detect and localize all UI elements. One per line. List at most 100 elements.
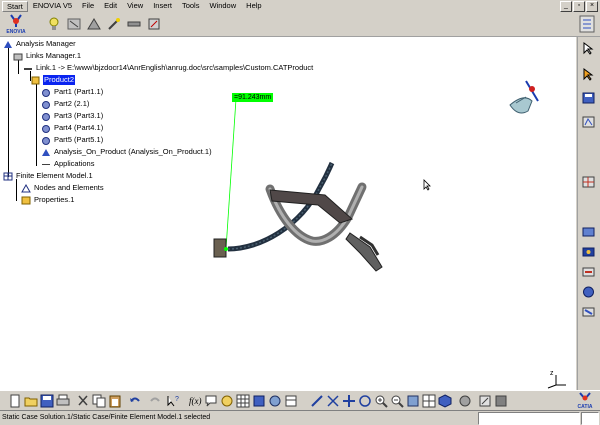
open-icon[interactable] (24, 394, 38, 408)
cut-icon[interactable] (76, 394, 90, 408)
command-input[interactable] (478, 412, 580, 425)
part-icon (42, 124, 50, 133)
menu-tools[interactable]: Tools (177, 0, 205, 12)
tree-node-analysis-on-product[interactable]: Analysis_On_Product (Analysis_On_Product… (41, 147, 213, 157)
rigid-connection-icon[interactable] (581, 305, 596, 319)
tree-node-links-manager[interactable]: Links Manager.1 (13, 51, 82, 61)
analysis-manager-icon (4, 40, 12, 48)
rotate-icon[interactable] (358, 394, 372, 408)
pan-mode-icon[interactable] (310, 394, 324, 408)
tree-node-properties[interactable]: Properties.1 (21, 195, 75, 205)
tools-palette-icon[interactable] (578, 14, 596, 34)
zoom-in-icon[interactable] (374, 394, 388, 408)
iso-view-icon[interactable] (438, 394, 452, 408)
connection-icon[interactable] (126, 16, 142, 32)
catalog-icon[interactable] (252, 394, 266, 408)
analysis-settings-icon[interactable] (581, 115, 596, 129)
tree-label: Part5 (Part5.1) (54, 135, 104, 144)
tree-node-product2[interactable]: Product2 (31, 75, 76, 85)
3d-model[interactable] (200, 77, 430, 317)
part-icon (42, 100, 50, 109)
menu-start[interactable]: Start (2, 0, 28, 12)
clamp-icon[interactable] (86, 16, 102, 32)
mesh-visualization-icon[interactable] (581, 175, 596, 189)
tree-node-part3[interactable]: Part3 (Part3.1) (41, 111, 104, 121)
pressure-fitting-icon[interactable] (581, 285, 596, 299)
mouse-cursor-icon (423, 179, 431, 191)
product-icon (31, 76, 40, 84)
tree-node-link[interactable]: Link.1 -> E:\www\bjzdocr14\AnrEnglish\an… (23, 63, 314, 73)
menu-file[interactable]: File (77, 0, 99, 12)
undo-icon[interactable] (128, 394, 142, 408)
print-icon[interactable] (56, 394, 70, 408)
wizard-icon[interactable] (106, 16, 122, 32)
tree-node-nodes-and-elements[interactable]: Nodes and Elements (21, 183, 105, 193)
new-icon[interactable] (8, 394, 22, 408)
end-fitting-part[interactable] (213, 238, 227, 258)
mesh-icon (21, 183, 31, 192)
menu-window[interactable]: Window (204, 0, 241, 12)
3d-viewport[interactable]: Analysis Manager Links Manager.1 Link.1 … (0, 37, 576, 390)
formula-icon[interactable]: f(x) (188, 394, 202, 408)
connection-property-icon[interactable] (581, 225, 596, 239)
swap-visible-space-icon[interactable] (494, 394, 508, 408)
save-mode-icon[interactable] (581, 91, 596, 105)
tree-label: Links Manager.1 (26, 51, 82, 60)
knowledge-icon[interactable] (220, 394, 234, 408)
measure-point (224, 247, 228, 251)
menu-view[interactable]: View (122, 0, 148, 12)
paste-icon[interactable] (108, 394, 122, 408)
sample-icon[interactable] (268, 394, 282, 408)
tree-node-part1[interactable]: Part1 (Part1.1) (41, 87, 104, 97)
fastened-icon[interactable] (581, 245, 596, 259)
save-icon[interactable] (40, 394, 54, 408)
tree-label: Finite Element Model.1 (16, 171, 93, 180)
tree-node-finite-element-model[interactable]: Finite Element Model.1 (3, 171, 94, 181)
svg-text:f(x): f(x) (189, 396, 202, 406)
top-toolbar: ENOVIA (0, 12, 600, 37)
compass-icon[interactable] (498, 77, 552, 127)
multi-view-icon[interactable] (422, 394, 436, 408)
part-icon (42, 112, 50, 121)
status-field-small (581, 412, 599, 425)
axis-label: z (550, 370, 554, 377)
tree-label: Part1 (Part1.1) (54, 87, 104, 96)
design-table-icon[interactable] (284, 394, 298, 408)
tree-label: Nodes and Elements (34, 183, 104, 192)
copy-icon[interactable] (92, 394, 106, 408)
tree-node-analysis-manager[interactable]: Analysis Manager (3, 39, 77, 49)
menu-insert[interactable]: Insert (148, 0, 177, 12)
cursor-select-icon[interactable] (581, 67, 596, 81)
tree-node-applications[interactable]: Applications (41, 159, 95, 169)
zoom-out-icon[interactable] (390, 394, 404, 408)
comment-icon[interactable] (204, 394, 218, 408)
bottom-toolbar: ? f(x) CATIA (0, 390, 600, 411)
redo-icon[interactable] (148, 394, 162, 408)
reset-icon[interactable] (146, 16, 162, 32)
analysis-icon (42, 148, 50, 156)
tree-node-part5[interactable]: Part5 (Part5.1) (41, 135, 104, 145)
whats-this-icon[interactable]: ? (166, 394, 180, 408)
material-icon[interactable] (66, 16, 82, 32)
tree-label: Part3 (Part3.1) (54, 111, 104, 120)
pan-icon[interactable] (342, 394, 356, 408)
restore-button[interactable]: ▫ (573, 1, 585, 12)
tree-node-part4[interactable]: Part4 (Part4.1) (41, 123, 104, 133)
normal-view-icon[interactable] (406, 394, 420, 408)
select-arrow-icon[interactable] (581, 41, 596, 55)
shading-icon[interactable] (458, 394, 472, 408)
grid-icon[interactable] (236, 394, 250, 408)
tree-connector (8, 47, 9, 177)
menu-help[interactable]: Help (241, 0, 266, 12)
tree-label: Link.1 -> E:\www\bjzdocr14\AnrEnglish\an… (36, 63, 314, 72)
close-button[interactable]: × (586, 1, 598, 12)
lightbulb-icon[interactable] (46, 16, 62, 32)
menu-enovia[interactable]: ENOVIA V5 (28, 0, 77, 12)
tree-connector (18, 59, 19, 74)
fit-all-icon[interactable] (326, 394, 340, 408)
menu-edit[interactable]: Edit (99, 0, 122, 12)
tree-node-part2[interactable]: Part2 (2.1) (41, 99, 90, 109)
hide-show-icon[interactable] (478, 394, 492, 408)
contact-icon[interactable] (581, 265, 596, 279)
minimize-button[interactable]: _ (560, 1, 572, 12)
